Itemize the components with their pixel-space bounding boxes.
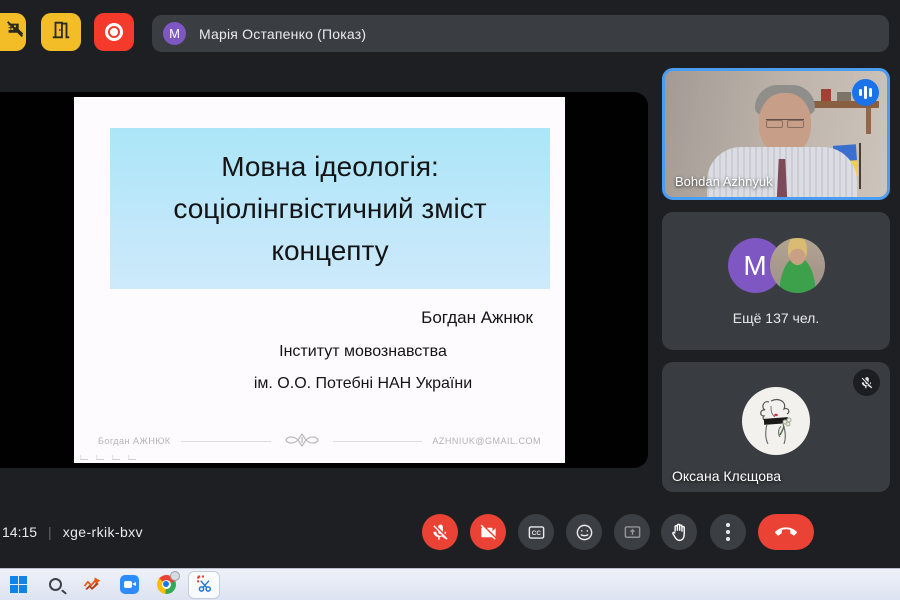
search-icon — [48, 577, 62, 591]
taskbar-app-button[interactable] — [82, 574, 102, 594]
arrows-app-icon — [83, 577, 101, 590]
video-tile-speaker[interactable]: Bohdan Azhnyuk — [662, 68, 890, 200]
slide-affiliation-1: Інститут мовознавства — [279, 343, 447, 360]
more-options-icon — [726, 523, 730, 541]
taskbar-chrome-button[interactable] — [156, 570, 180, 594]
video-tile-participant[interactable]: Оксана Клєщова — [662, 362, 890, 492]
smiley-icon — [576, 524, 592, 540]
record-icon — [105, 23, 123, 41]
present-icon — [624, 525, 640, 538]
overflow-participants-tile[interactable]: M Ещё 137 чел. — [662, 212, 890, 350]
flag-pole — [859, 143, 861, 189]
meeting-info: 14:15 | xge-rkik-bxv — [2, 524, 143, 540]
slideshow-controls[interactable] — [80, 455, 136, 460]
overflow-count-label: Ещё 137 чел. — [732, 310, 820, 326]
chrome-badge-icon — [169, 570, 180, 581]
participant-name: Оксана Клєщова — [672, 468, 782, 484]
avatar-photo — [769, 238, 825, 293]
end-call-button[interactable] — [758, 514, 814, 550]
camera-button[interactable] — [470, 514, 506, 550]
footer-divider-line — [180, 440, 271, 442]
slide-affiliation-2: ім. О.О. Потебні НАН України — [253, 375, 473, 392]
door-chip[interactable] — [41, 13, 81, 51]
mic-button[interactable] — [422, 514, 458, 550]
present-button[interactable] — [614, 514, 650, 550]
taskbar-zoom-button[interactable] — [119, 574, 139, 594]
overflow-avatars: M — [662, 238, 890, 293]
windows-logo-icon — [9, 575, 27, 593]
sketch-avatar — [742, 387, 810, 455]
slide-title: Мовна ідеологія: соціолінгвістичний зміс… — [110, 128, 550, 289]
slide-author: Богдан Ажнюк — [421, 308, 533, 327]
ornament-icon — [281, 432, 323, 450]
record-chip[interactable] — [94, 13, 134, 51]
presenter-pill[interactable]: М Марія Остапенко (Показ) — [152, 15, 889, 52]
zoom-app-icon — [119, 574, 139, 594]
windows-start-button[interactable] — [8, 574, 28, 594]
participant-name: Bohdan Azhnyuk — [675, 174, 773, 189]
camera-off-icon — [480, 524, 496, 540]
screen-share-warning-icon — [4, 19, 26, 46]
raise-hand-button[interactable] — [661, 514, 697, 550]
footer-divider-line — [332, 440, 423, 442]
person-tie — [776, 159, 788, 197]
shelf-bracket — [866, 108, 871, 134]
more-options-button[interactable] — [710, 514, 746, 550]
taskbar-search-button[interactable] — [45, 574, 65, 594]
chrome-icon — [156, 570, 180, 594]
audio-level-icon — [852, 79, 879, 106]
mic-off-icon — [432, 524, 448, 540]
mic-off-icon — [853, 369, 880, 396]
presentation-slide: Мовна ідеологія: соціолінгвістичний зміс… — [74, 97, 565, 463]
slide-footer-name: Богдан АЖНЮК — [98, 436, 171, 446]
slide-footer: Богдан АЖНЮК AZHNIUK@GMAIL.COM — [98, 432, 542, 450]
raised-hand-icon — [671, 523, 685, 541]
captions-button[interactable]: CC — [518, 514, 554, 550]
presenter-label: Марія Остапенко (Показ) — [199, 25, 367, 42]
slide-footer-email: AZHNIUK@GMAIL.COM — [432, 436, 542, 446]
meeting-code: xge-rkik-bxv — [62, 524, 143, 540]
info-separator: | — [48, 524, 52, 540]
snipping-tool-icon — [197, 575, 211, 592]
reactions-button[interactable] — [566, 514, 602, 550]
end-call-icon — [775, 527, 797, 536]
screen-share-warning-chip[interactable] — [0, 13, 26, 51]
svg-text:CC: CC — [531, 529, 541, 536]
presenter-avatar: М — [163, 22, 186, 45]
door-icon — [50, 19, 72, 46]
shared-screen-stage[interactable]: Мовна ідеологія: соціолінгвістичний зміс… — [0, 92, 648, 468]
person-glasses — [766, 119, 804, 128]
taskbar-snipping-button[interactable] — [194, 574, 214, 594]
captions-icon: CC — [528, 525, 544, 539]
clock-time: 14:15 — [2, 524, 38, 540]
